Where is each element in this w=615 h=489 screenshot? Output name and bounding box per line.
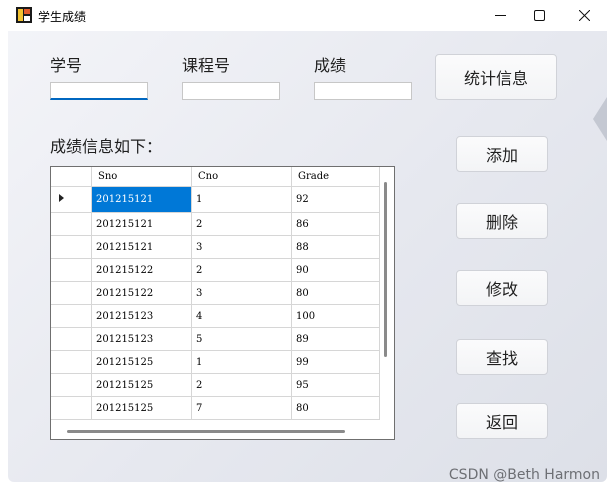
- back-button[interactable]: 返回: [456, 403, 548, 439]
- column-header-grade[interactable]: Grade: [291, 167, 380, 187]
- cell-grade[interactable]: 99: [291, 350, 380, 374]
- cell-cno[interactable]: 7: [191, 396, 292, 420]
- cell-sno[interactable]: 201215122: [91, 281, 192, 305]
- grid-header-row: Sno Cno Grade: [51, 167, 380, 187]
- cell-sno[interactable]: 201215125: [91, 396, 192, 420]
- cell-cno[interactable]: 5: [191, 327, 292, 351]
- side-panel-tab[interactable]: [593, 97, 607, 141]
- row-header[interactable]: [51, 235, 92, 259]
- cell-cno[interactable]: 3: [191, 281, 292, 305]
- cno-input[interactable]: [182, 82, 280, 100]
- maximize-icon: [533, 10, 545, 21]
- cell-sno[interactable]: 201215123: [91, 304, 192, 328]
- watermark-text: CSDN @Beth Harmon: [448, 467, 600, 483]
- table-row[interactable]: 201215121 2 86: [51, 212, 380, 236]
- grade-label: 成绩: [314, 56, 347, 75]
- modify-button[interactable]: 修改: [456, 270, 548, 306]
- row-header[interactable]: [51, 396, 92, 420]
- delete-button[interactable]: 删除: [456, 203, 548, 239]
- cell-grade[interactable]: 95: [291, 373, 380, 397]
- cell-sno[interactable]: 201215125: [91, 350, 192, 374]
- table-row[interactable]: 201215123 4 100: [51, 304, 380, 328]
- form-client-area: 学号 课程号 成绩 统计信息 成绩信息如下： Sno Cno Grade 201…: [8, 31, 607, 482]
- row-header[interactable]: [51, 258, 92, 282]
- cell-grade[interactable]: 90: [291, 258, 380, 282]
- cell-cno[interactable]: 1: [191, 186, 292, 213]
- cell-sno[interactable]: 201215121: [91, 186, 192, 213]
- add-button[interactable]: 添加: [456, 136, 548, 172]
- cno-label: 课程号: [182, 56, 231, 75]
- row-header[interactable]: [51, 327, 92, 351]
- cell-grade[interactable]: 88: [291, 235, 380, 259]
- row-header[interactable]: [51, 281, 92, 305]
- cell-sno[interactable]: 201215123: [91, 327, 192, 351]
- cell-sno[interactable]: 201215121: [91, 235, 192, 259]
- grade-input[interactable]: [314, 82, 412, 100]
- column-header-sno[interactable]: Sno: [91, 167, 192, 187]
- cell-sno[interactable]: 201215122: [91, 258, 192, 282]
- table-row[interactable]: 201215121 3 88: [51, 235, 380, 259]
- table-row[interactable]: 201215125 1 99: [51, 350, 380, 374]
- app-icon: [16, 7, 32, 23]
- table-row[interactable]: 201215123 5 89: [51, 327, 380, 351]
- cell-grade[interactable]: 86: [291, 212, 380, 236]
- column-header-cno[interactable]: Cno: [191, 167, 292, 187]
- cell-cno[interactable]: 2: [191, 212, 292, 236]
- search-button[interactable]: 查找: [456, 339, 548, 375]
- table-row[interactable]: 201215122 3 80: [51, 281, 380, 305]
- grades-grid[interactable]: Sno Cno Grade 201215121 1 92 201215121 2…: [50, 166, 395, 440]
- current-row-arrow-icon: [59, 194, 64, 202]
- horizontal-scrollbar[interactable]: [67, 430, 345, 433]
- sno-input[interactable]: [50, 82, 148, 100]
- window-title: 学生成绩: [38, 10, 87, 24]
- cell-cno[interactable]: 4: [191, 304, 292, 328]
- cell-cno[interactable]: 2: [191, 258, 292, 282]
- vertical-scrollbar[interactable]: [384, 182, 387, 357]
- maximize-button[interactable]: [516, 0, 562, 31]
- cell-grade[interactable]: 80: [291, 396, 380, 420]
- cell-cno[interactable]: 2: [191, 373, 292, 397]
- title-bar[interactable]: 学生成绩: [0, 0, 615, 31]
- close-icon: [578, 10, 590, 21]
- row-header[interactable]: [51, 304, 92, 328]
- cell-grade[interactable]: 92: [291, 186, 380, 213]
- stats-button[interactable]: 统计信息: [435, 54, 557, 100]
- sno-label: 学号: [50, 56, 83, 75]
- cell-cno[interactable]: 3: [191, 235, 292, 259]
- table-row[interactable]: 201215125 2 95: [51, 373, 380, 397]
- table-row[interactable]: 201215121 1 92: [51, 186, 380, 213]
- cell-sno[interactable]: 201215125: [91, 373, 192, 397]
- minimize-icon: [494, 15, 506, 16]
- row-header[interactable]: [51, 212, 92, 236]
- close-button[interactable]: [561, 0, 607, 31]
- cell-grade[interactable]: 100: [291, 304, 380, 328]
- cell-cno[interactable]: 1: [191, 350, 292, 374]
- row-header[interactable]: [51, 373, 92, 397]
- main-window: 学生成绩 学号 课程号 成绩 统计信息 成绩信息如下： Sno Cno Grad…: [0, 0, 615, 489]
- row-header[interactable]: [51, 350, 92, 374]
- grid-caption: 成绩信息如下：: [50, 137, 163, 156]
- row-header[interactable]: [51, 186, 92, 213]
- grades-table: Sno Cno Grade 201215121 1 92 201215121 2…: [51, 167, 380, 420]
- cell-sno[interactable]: 201215121: [91, 212, 192, 236]
- cell-grade[interactable]: 80: [291, 281, 380, 305]
- cell-grade[interactable]: 89: [291, 327, 380, 351]
- table-row[interactable]: 201215122 2 90: [51, 258, 380, 282]
- grid-corner-cell: [51, 167, 92, 187]
- table-row[interactable]: 201215125 7 80: [51, 396, 380, 420]
